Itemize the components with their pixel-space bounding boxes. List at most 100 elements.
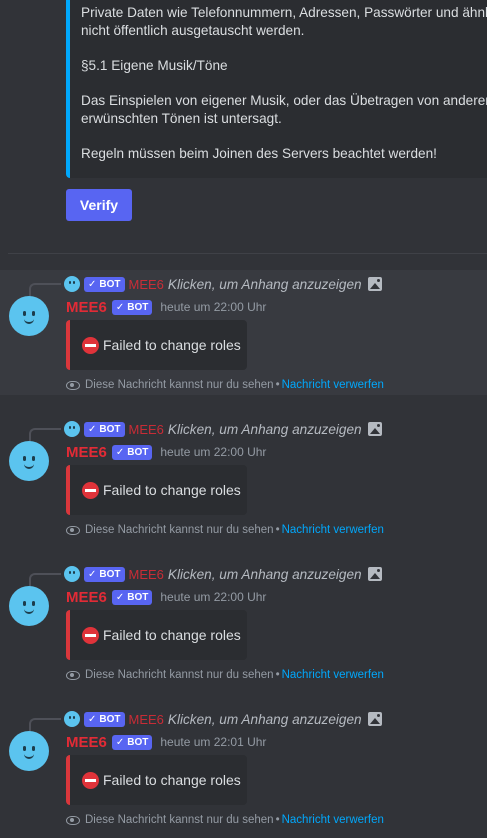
check-icon: ✓ [88,278,97,290]
bot-tag: ✓ BOT [84,421,125,437]
reply-author[interactable]: MEE6 [129,567,164,582]
ephemeral-text: Diese Nachricht kannst nur du sehen [85,379,274,391]
no-entry-icon [82,336,99,354]
timestamp[interactable]: heute um 22:01 Uhr [160,735,266,749]
reply-text[interactable]: Klicken, um Anhang anzuzeigen [168,422,362,437]
ephemeral-notice: Diese Nachricht kannst nur du sehen • Na… [66,523,384,537]
error-text: Failed to change roles [103,772,241,788]
message-header: MEE6 ✓ BOT heute um 22:00 Uhr [66,297,266,317]
author-name[interactable]: MEE6 [66,734,107,751]
bot-tag: ✓ BOT [111,734,153,750]
message: ✓ BOT MEE6 Klicken, um Anhang anzuzeigen … [0,560,487,685]
eye-icon [66,670,80,680]
timestamp[interactable]: heute um 22:00 Uhr [160,300,266,314]
error-embed: Failed to change roles [66,320,247,370]
separator: • [275,524,280,536]
error-embed: Failed to change roles [66,465,247,515]
reply-preview[interactable]: ✓ BOT MEE6 Klicken, um Anhang anzuzeigen [64,274,382,294]
rules-section-heading: §5.1 Eigene Musik/Töne [81,58,228,73]
reply-text[interactable]: Klicken, um Anhang anzuzeigen [168,277,362,292]
avatar-mouth [24,753,34,759]
error-text: Failed to change roles [103,627,241,643]
dismiss-message-link[interactable]: Nachricht verwerfen [282,814,384,826]
verify-button[interactable]: Verify [66,189,132,221]
rules-line: Private Daten wie Telefonnummern, Adress… [81,5,487,20]
image-icon [367,567,382,581]
bot-tag-label: BOT [99,423,121,435]
ephemeral-notice: Diese Nachricht kannst nur du sehen • Na… [66,668,384,682]
check-icon: ✓ [88,568,97,580]
reply-spine [29,573,61,587]
separator: • [275,814,280,826]
dismiss-message-link[interactable]: Nachricht verwerfen [282,379,384,391]
timestamp[interactable]: heute um 22:00 Uhr [160,445,266,459]
check-icon: ✓ [88,423,97,435]
bot-tag: ✓ BOT [84,276,125,292]
image-icon [367,422,382,436]
reply-text[interactable]: Klicken, um Anhang anzuzeigen [168,712,362,727]
reply-avatar [64,421,80,437]
author-name[interactable]: MEE6 [66,589,107,606]
reply-author[interactable]: MEE6 [129,422,164,437]
error-text: Failed to change roles [103,337,241,353]
no-entry-icon [82,771,99,789]
bot-tag-label: BOT [127,301,149,313]
ephemeral-text: Diese Nachricht kannst nur du sehen [85,669,274,681]
avatar[interactable] [9,731,49,771]
reply-preview[interactable]: ✓ BOT MEE6 Klicken, um Anhang anzuzeigen [64,564,382,584]
eye-icon [66,815,80,825]
dismiss-message-link[interactable]: Nachricht verwerfen [282,669,384,681]
bot-tag-label: BOT [127,446,149,458]
rules-line: Das Einspielen von eigener Musik, oder d… [81,93,487,108]
separator: • [275,379,280,391]
rules-line: erwünschten Tönen ist untersagt. [81,111,282,126]
image-icon [367,712,382,726]
bot-tag-label: BOT [127,736,149,748]
error-text: Failed to change roles [103,482,241,498]
avatar-eye [32,311,35,316]
reply-spine [29,428,61,442]
check-icon: ✓ [115,736,125,748]
reply-preview[interactable]: ✓ BOT MEE6 Klicken, um Anhang anzuzeigen [64,419,382,439]
bot-tag: ✓ BOT [111,589,153,605]
reply-spine [29,283,61,297]
reply-avatar [64,276,80,292]
message-header: MEE6 ✓ BOT heute um 22:01 Uhr [66,732,266,752]
message-header: MEE6 ✓ BOT heute um 22:00 Uhr [66,587,266,607]
error-embed: Failed to change roles [66,755,247,805]
separator: • [275,669,280,681]
bot-tag: ✓ BOT [111,299,153,315]
avatar[interactable] [9,441,49,481]
author-name[interactable]: MEE6 [66,444,107,461]
avatar-eye [23,746,26,751]
reply-spine [29,718,61,732]
check-icon: ✓ [115,591,125,603]
message-divider [8,253,487,254]
bot-tag-label: BOT [127,591,149,603]
avatar-eye [23,601,26,606]
reply-avatar [64,566,80,582]
avatar-eye [32,746,35,751]
eye-icon [66,380,80,390]
avatar[interactable] [9,586,49,626]
reply-author[interactable]: MEE6 [129,277,164,292]
avatar-eye [32,456,35,461]
avatar-eye [23,311,26,316]
reply-author[interactable]: MEE6 [129,712,164,727]
message: ✓ BOT MEE6 Klicken, um Anhang anzuzeigen … [0,415,487,540]
message-header: MEE6 ✓ BOT heute um 22:00 Uhr [66,442,266,462]
check-icon: ✓ [88,713,97,725]
avatar[interactable] [9,296,49,336]
reply-text[interactable]: Klicken, um Anhang anzuzeigen [168,567,362,582]
ephemeral-notice: Diese Nachricht kannst nur du sehen • Na… [66,378,384,392]
author-name[interactable]: MEE6 [66,299,107,316]
timestamp[interactable]: heute um 22:00 Uhr [160,590,266,604]
avatar-eye [32,601,35,606]
rules-line: Regeln müssen beim Joinen des Servers be… [81,146,437,161]
reply-avatar [64,711,80,727]
no-entry-icon [82,626,99,644]
dismiss-message-link[interactable]: Nachricht verwerfen [282,524,384,536]
ephemeral-text: Diese Nachricht kannst nur du sehen [85,524,274,536]
avatar-mouth [24,318,34,324]
reply-preview[interactable]: ✓ BOT MEE6 Klicken, um Anhang anzuzeigen [64,709,382,729]
